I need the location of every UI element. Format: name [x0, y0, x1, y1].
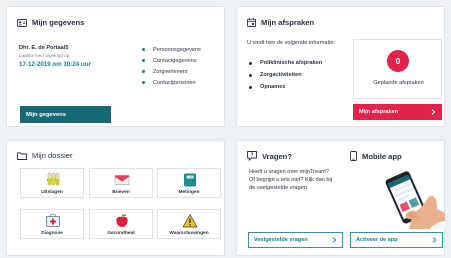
list-item: Zorgactiviteiten [249, 69, 322, 81]
geplande-afspraken-box: 0 Geplande afspraken [353, 39, 442, 99]
svg-text:?: ? [250, 153, 253, 159]
list-item-label: Poliklinische afspraken [260, 60, 323, 66]
mobile-app-header: Mobile app [350, 151, 402, 161]
mijn-afspraken-card: Mijn afspraken U vindt hier de volgende … [236, 6, 445, 127]
chevron-right-icon [332, 237, 337, 243]
vragen-mobile-card: ? Vragen? Mobile app Heeft u vragen over… [236, 140, 445, 256]
mijn-dossier-card: Mijn dossier Uitslagen Brieven Metingen [6, 140, 225, 256]
mobile-phone-icon [350, 151, 357, 161]
id-card-icon [17, 18, 27, 27]
mijn-gegevens-card: Mijn gegevens Dhr. E. de Portaal5 Laatst… [6, 6, 225, 127]
link-zorgverleners[interactable]: Zorgverleners [142, 66, 201, 77]
mijn-afspraken-title: Mijn afspraken [261, 18, 315, 27]
vragen-title: Vragen? [262, 151, 292, 161]
mijn-gegevens-header: Mijn gegevens [17, 18, 84, 27]
list-item: Opnames [249, 81, 322, 93]
list-item: Poliklinische afspraken [249, 57, 322, 69]
bullet-icon [249, 85, 252, 89]
activeer-app-label: Activeer de app [356, 237, 398, 243]
question-icon: ? [247, 151, 257, 161]
tile-label: Metingen [178, 190, 200, 195]
list-item-label: Zorgactiviteiten [260, 72, 302, 78]
mijn-gegevens-button[interactable]: Mijn gegevens [20, 106, 111, 123]
link-label: Zorgverleners [153, 68, 188, 75]
mijn-dossier-title: Mijn dossier [32, 151, 73, 160]
envelope-icon [114, 175, 130, 185]
tile-diagnose[interactable]: Diagnose [20, 209, 84, 239]
bullet-icon [142, 81, 145, 84]
link-label: Persoonsgegevens [153, 46, 201, 53]
afspraken-intro-text: U vindt hier de volgende informatie: [247, 40, 335, 46]
vragen-description: Heeft u vragen over mijnTreant? Of begri… [249, 169, 333, 191]
bullet-icon [249, 73, 252, 77]
activeer-app-button[interactable]: Activeer de app [350, 232, 443, 248]
gegevens-link-list: Persoonsgegevens Contactgegevens Zorgver… [142, 44, 201, 88]
tile-label: Brieven [112, 190, 130, 195]
mijn-gegevens-title: Mijn gegevens [32, 18, 85, 27]
mobile-app-title: Mobile app [362, 151, 402, 161]
link-contactpersonen[interactable]: Contactpersonen [142, 77, 201, 88]
apple-icon [116, 214, 128, 227]
tile-label: Gezondheid [107, 231, 135, 236]
afspraken-count-badge: 0 [387, 50, 409, 72]
chevron-right-icon [432, 237, 437, 243]
mijn-dossier-header: Mijn dossier [17, 151, 73, 160]
scale-icon [184, 173, 196, 187]
bullet-icon [142, 70, 145, 73]
medical-kit-icon [46, 214, 60, 227]
bullet-icon [142, 48, 145, 51]
tile-brieven[interactable]: Brieven [89, 168, 153, 198]
hand-holding-phone-illustration [385, 171, 445, 229]
mijn-afspraken-header: Mijn afspraken [247, 18, 314, 27]
link-contactgegevens[interactable]: Contactgegevens [142, 55, 201, 66]
warning-icon [182, 214, 198, 228]
link-persoonsgegevens[interactable]: Persoonsgegevens [142, 44, 201, 55]
last-login-label: Laatste keer ingelogd op: [19, 53, 71, 58]
tile-label: Diagnose [41, 231, 63, 236]
afspraken-info-list: Poliklinische afspraken Zorgactiviteiten… [249, 57, 322, 93]
test-tubes-icon [47, 172, 60, 186]
veelgestelde-vragen-button[interactable]: Veelgestelde vragen [248, 232, 343, 248]
list-item-label: Opnames [260, 84, 286, 90]
chevron-right-icon [431, 109, 436, 115]
veelgestelde-vragen-label: Veelgestelde vragen [254, 237, 308, 243]
bullet-icon [249, 61, 252, 65]
mijn-afspraken-button[interactable]: Mijn afspraken [353, 104, 442, 120]
last-login-time: 17-12-2019 om 10:24 uur [19, 61, 91, 68]
calendar-icon [247, 18, 256, 27]
tile-gezondheid[interactable]: Gezondheid [89, 209, 153, 239]
tile-label: Uitslagen [41, 190, 63, 195]
afspraken-count-label: Geplande afspraken [373, 80, 424, 86]
folder-icon [17, 152, 27, 160]
vragen-header: ? Vragen? [247, 151, 292, 161]
person-name: Dhr. E. de Portaal5 [19, 45, 69, 51]
tile-label: Waarschuwingen [169, 231, 209, 236]
bullet-icon [142, 59, 145, 62]
tile-metingen[interactable]: Metingen [157, 168, 221, 198]
mijn-afspraken-button-label: Mijn afspraken [359, 109, 399, 115]
link-label: Contactgegevens [153, 57, 197, 64]
tile-waarschuwingen[interactable]: Waarschuwingen [157, 209, 221, 239]
link-label: Contactpersonen [153, 79, 196, 86]
tile-uitslagen[interactable]: Uitslagen [20, 168, 84, 198]
